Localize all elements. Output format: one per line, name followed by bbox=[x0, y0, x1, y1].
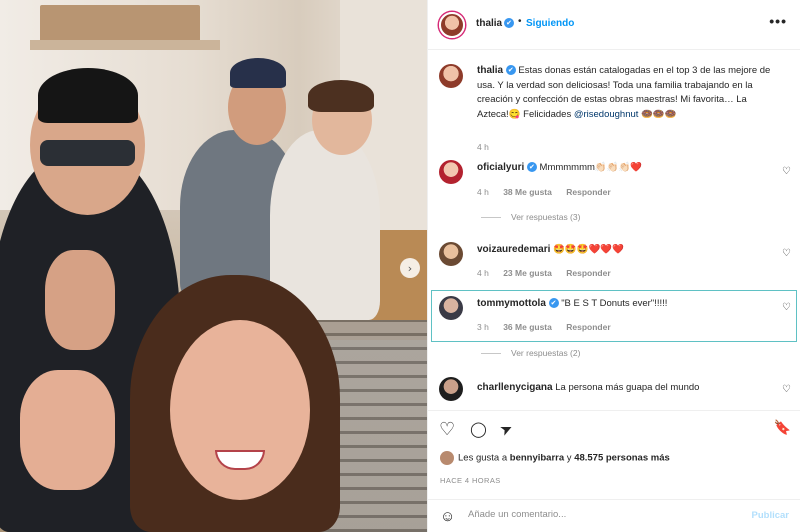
like-comment-icon[interactable]: ♡ bbox=[782, 384, 791, 395]
comment-composer: ☺ Publicar bbox=[428, 499, 800, 532]
photo-thumbs-up bbox=[45, 250, 115, 350]
like-icon[interactable]: ♡ bbox=[439, 419, 455, 440]
post-time[interactable]: HACE 4 HORAS bbox=[440, 476, 501, 485]
comment-text-block: charllenycigana La persona más guapa del… bbox=[477, 381, 777, 396]
verified-icon: ✔ bbox=[504, 18, 514, 28]
photo-man-sunglasses bbox=[40, 140, 135, 166]
comments-list[interactable]: thalia ✔ Estas donas están catalogadas e… bbox=[428, 50, 800, 410]
liker-avatar bbox=[440, 451, 454, 465]
author-username[interactable]: thalia bbox=[476, 18, 502, 29]
photo-woman-face bbox=[170, 320, 310, 500]
post-button[interactable]: Publicar bbox=[752, 510, 790, 521]
comment-username[interactable]: charllenycigana bbox=[477, 382, 553, 393]
reply-button[interactable]: Responder bbox=[566, 268, 610, 278]
view-replies-button[interactable]: Ver respuestas (3) bbox=[481, 212, 580, 222]
comment-meta: 4 h 38 Me gusta Responder bbox=[477, 187, 623, 197]
comment-likes[interactable]: 23 Me gusta bbox=[503, 268, 552, 278]
photo-shelf bbox=[30, 40, 220, 50]
comment-icon[interactable]: ◯ bbox=[470, 420, 487, 438]
comment-avatar[interactable] bbox=[439, 242, 463, 266]
post-side-panel: thalia ✔ • Siguiendo ••• thalia ✔ Estas … bbox=[427, 0, 800, 532]
comment-meta: 4 h 23 Me gusta Responder bbox=[477, 268, 623, 278]
verified-icon: ✔ bbox=[526, 162, 537, 173]
share-icon[interactable]: ➤ bbox=[497, 418, 516, 440]
comment-text-block: voizauredemari 🤩🤩🤩❤️❤️❤️ bbox=[477, 243, 777, 258]
more-options-icon[interactable]: ••• bbox=[769, 13, 787, 29]
comment-text-block: oficialyuri ✔ Mmmmmmm👏🏻👏🏻👏🏻❤️ bbox=[477, 161, 777, 176]
reply-button[interactable]: Responder bbox=[566, 187, 610, 197]
comment-time[interactable]: 4 h bbox=[477, 187, 489, 197]
comment-text: 🤩🤩🤩❤️❤️❤️ bbox=[553, 244, 624, 255]
post-header: thalia ✔ • Siguiendo ••• bbox=[428, 0, 800, 50]
comment-time[interactable]: 4 h bbox=[477, 268, 489, 278]
likes-middle: y bbox=[564, 452, 575, 464]
comment-avatar[interactable] bbox=[439, 160, 463, 184]
photo-boxes bbox=[40, 5, 200, 45]
likes-summary[interactable]: Les gusta a bennyibarra y 48.575 persona… bbox=[440, 451, 670, 465]
photo-man-cap bbox=[38, 68, 138, 123]
likes-prefix: Les gusta a bbox=[458, 452, 510, 464]
comment-input[interactable] bbox=[468, 509, 728, 520]
caption-time[interactable]: 4 h bbox=[477, 142, 489, 152]
emoji-icon[interactable]: ☺ bbox=[440, 508, 455, 525]
photo-boy-hair bbox=[308, 80, 374, 112]
likes-user[interactable]: bennyibarra bbox=[510, 453, 564, 464]
like-comment-icon[interactable]: ♡ bbox=[782, 166, 791, 177]
post-photo[interactable]: › bbox=[0, 0, 427, 532]
save-icon[interactable]: 🔖 bbox=[774, 420, 791, 436]
comment-username[interactable]: oficialyuri bbox=[477, 162, 524, 173]
author-avatar[interactable] bbox=[439, 12, 465, 38]
like-comment-icon[interactable]: ♡ bbox=[782, 248, 791, 259]
following-button[interactable]: Siguiendo bbox=[526, 18, 574, 29]
caption-meta: 4 h bbox=[477, 142, 501, 152]
likes-count[interactable]: 48.575 personas más bbox=[574, 453, 670, 464]
comment-username[interactable]: voizauredemari bbox=[477, 244, 550, 255]
photo-peace-hand bbox=[20, 370, 115, 490]
comment-likes[interactable]: 38 Me gusta bbox=[503, 187, 552, 197]
caption-text-block: thalia ✔ Estas donas están catalogadas e… bbox=[477, 64, 777, 122]
comment-highlight-frame bbox=[431, 290, 797, 342]
comment-text: La persona más guapa del mundo bbox=[555, 382, 700, 393]
comment-text: Mmmmmmm👏🏻👏🏻👏🏻❤️ bbox=[539, 162, 643, 173]
header-separator: • bbox=[518, 16, 522, 27]
next-photo-icon[interactable]: › bbox=[400, 258, 420, 278]
caption-mention[interactable]: @risedoughnut bbox=[574, 109, 639, 120]
post-actions: ♡ ◯ ➤ 🔖 Les gusta a bennyibarra y 48.575… bbox=[428, 410, 800, 532]
photo-baker-cap bbox=[230, 58, 286, 88]
caption-username[interactable]: thalia bbox=[477, 65, 503, 76]
caption-avatar[interactable] bbox=[439, 64, 463, 88]
comment-avatar[interactable] bbox=[439, 377, 463, 401]
caption-emojis: 🍩🍩🍩 bbox=[638, 108, 677, 120]
view-replies-button[interactable]: Ver respuestas (2) bbox=[481, 348, 580, 358]
verified-icon: ✔ bbox=[505, 65, 516, 76]
